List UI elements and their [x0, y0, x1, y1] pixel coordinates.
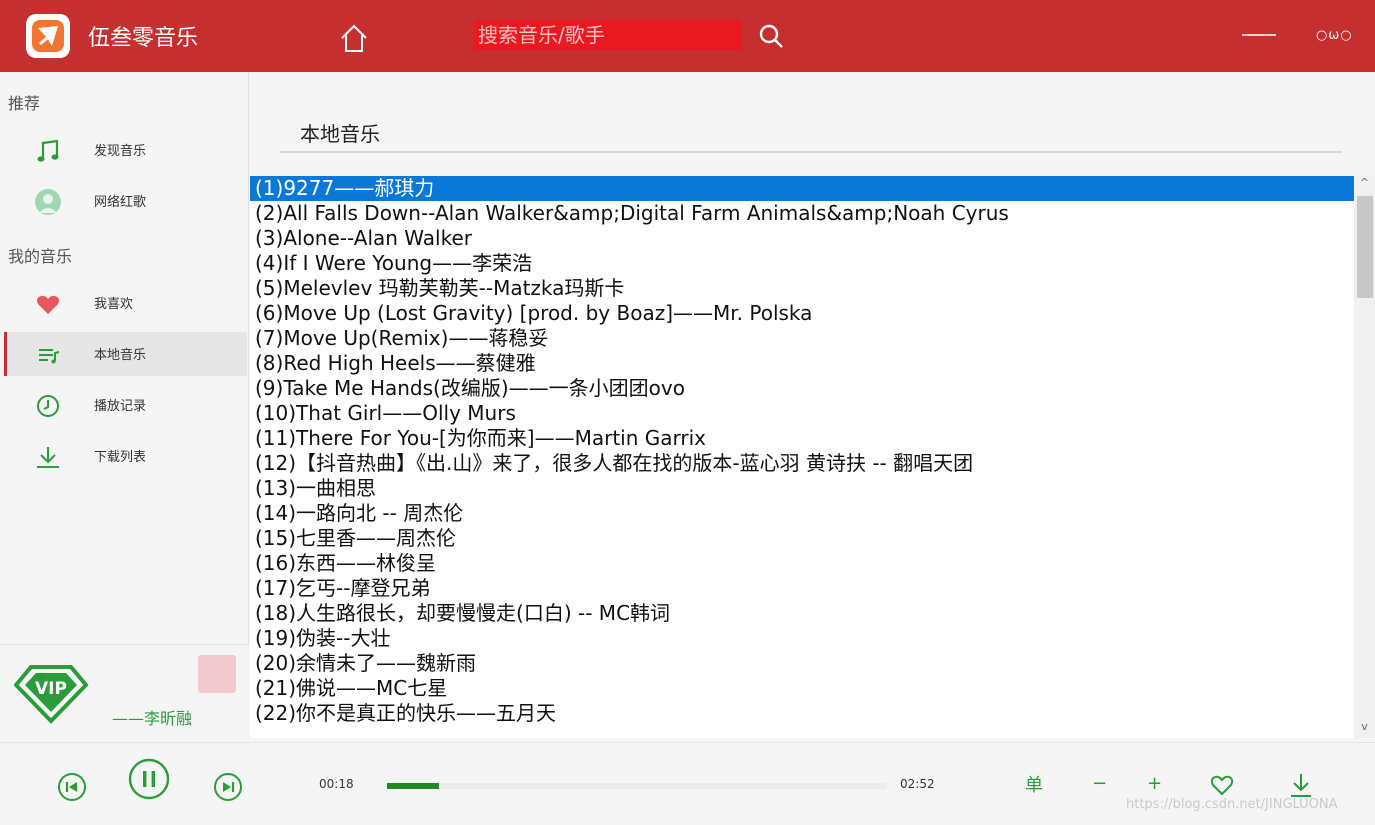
- scroll-up-button[interactable]: ^: [1354, 176, 1375, 194]
- heart-icon: [37, 295, 59, 314]
- song-list-item[interactable]: (18)人生路很长，却要慢慢走(口白) -- MC韩词: [250, 601, 1354, 626]
- song-list-item[interactable]: (21)佛说——MC七星: [250, 676, 1354, 701]
- sidebar-item-label: 播放记录: [94, 399, 147, 414]
- app-logo-icon: [26, 14, 70, 58]
- song-list-item[interactable]: (1)9277——郝琪力: [250, 176, 1354, 201]
- song-list-item[interactable]: (20)余情未了——魏新雨: [250, 651, 1354, 676]
- sidebar-item-web-hits[interactable]: 网络红歌: [4, 179, 247, 223]
- volume-up-button[interactable]: +: [1147, 773, 1162, 794]
- song-list-item[interactable]: (11)There For You-[为你而来]——Martin Garrix: [250, 426, 1354, 451]
- playlist-icon: [39, 349, 60, 364]
- scroll-thumb[interactable]: [1357, 196, 1373, 298]
- song-list-item[interactable]: (12)【抖音热曲】《出.山》来了，很多人都在找的版本-蓝心羽 黄诗扶 -- 翻…: [250, 451, 1354, 476]
- download-song-icon[interactable]: [1288, 771, 1314, 799]
- sidebar-item-favorites[interactable]: 我喜欢: [4, 281, 247, 325]
- song-list-item[interactable]: (19)伪装--大壮: [250, 626, 1354, 651]
- song-list-item[interactable]: (9)Take Me Hands(改编版)——一条小团团ovo: [250, 376, 1354, 401]
- home-icon: [341, 24, 367, 52]
- volume-down-button[interactable]: −: [1092, 773, 1107, 794]
- music-note-icon: [37, 139, 59, 162]
- total-time: 02:52: [900, 777, 935, 791]
- avatar[interactable]: [198, 655, 236, 693]
- song-list-item[interactable]: (22)你不是真正的快乐——五月天: [250, 701, 1354, 726]
- home-button[interactable]: [336, 20, 372, 56]
- sidebar-item-play-history[interactable]: 播放记录: [4, 383, 247, 427]
- vip-badge-icon[interactable]: VIP: [14, 663, 88, 725]
- app-title: 伍叁零音乐: [88, 26, 199, 51]
- section-title-recommend: 推荐: [8, 94, 41, 113]
- title-divider: [280, 151, 1342, 153]
- next-track-button[interactable]: [212, 771, 244, 803]
- song-list-item[interactable]: (10)That Girl——Olly Murs: [250, 401, 1354, 426]
- search-button[interactable]: [757, 22, 785, 50]
- pause-button[interactable]: [127, 757, 171, 801]
- play-mode-button[interactable]: 单: [1025, 771, 1043, 797]
- like-heart-icon[interactable]: [1209, 773, 1235, 797]
- search-icon: [759, 24, 783, 48]
- title-bar: 伍叁零音乐 ○ω○: [0, 0, 1375, 72]
- user-name: ——李昕融: [112, 709, 193, 728]
- player-bar: 00:18 02:52 单 − + https://blog.csdn.net/…: [0, 742, 1375, 825]
- sidebar-item-label: 发现音乐: [94, 144, 147, 159]
- previous-track-button[interactable]: [56, 771, 88, 803]
- sidebar-item-label: 我喜欢: [94, 297, 134, 312]
- search-input[interactable]: [474, 20, 742, 50]
- sidebar-item-label: 网络红歌: [94, 195, 147, 210]
- song-list[interactable]: (1)9277——郝琪力 (2)All Falls Down--Alan Walk…: [250, 176, 1354, 738]
- more-button[interactable]: ○ω○: [1316, 28, 1356, 44]
- watermark: https://blog.csdn.net/JINGLUONA: [1126, 797, 1338, 812]
- song-list-scrollbar[interactable]: ^ v: [1354, 176, 1375, 738]
- sidebar-item-local-music[interactable]: 本地音乐: [4, 332, 247, 376]
- song-list-item[interactable]: (2)All Falls Down--Alan Walker&amp;Digit…: [250, 201, 1354, 226]
- current-time: 00:18: [319, 777, 354, 791]
- vip-label: VIP: [35, 679, 67, 699]
- scroll-down-button[interactable]: v: [1354, 720, 1375, 738]
- song-list-item[interactable]: (16)东西——林俊呈: [250, 551, 1354, 576]
- song-list-item[interactable]: (4)If I Were Young——李荣浩: [250, 251, 1354, 276]
- song-list-item[interactable]: (17)乞丐--摩登兄弟: [250, 576, 1354, 601]
- sidebar-item-discover-music[interactable]: 发现音乐: [4, 128, 247, 172]
- section-title-my-music: 我的音乐: [8, 247, 73, 266]
- progress-bar[interactable]: [387, 783, 887, 789]
- song-list-item[interactable]: (6)Move Up (Lost Gravity) [prod. by Boaz…: [250, 301, 1354, 326]
- user-panel: VIP ——李昕融: [0, 644, 249, 739]
- minimize-button[interactable]: [1242, 34, 1276, 36]
- progress-fill: [387, 783, 439, 789]
- song-list-item[interactable]: (14)一路向北 -- 周杰伦: [250, 501, 1354, 526]
- download-icon: [37, 447, 59, 468]
- user-icon: [35, 189, 61, 215]
- song-list-item[interactable]: (5)Melevlev 玛勒芙勒芙--Matzka玛斯卡: [250, 276, 1354, 301]
- song-list-item[interactable]: (13)一曲相思: [250, 476, 1354, 501]
- sidebar-item-label: 本地音乐: [94, 348, 147, 363]
- sidebar-item-label: 下载列表: [94, 450, 147, 465]
- app-window: 伍叁零音乐 ○ω○ 推荐 发现音乐: [0, 0, 1375, 825]
- song-list-item[interactable]: (8)Red High Heels——蔡健雅: [250, 351, 1354, 376]
- song-list-item[interactable]: (15)七里香——周杰伦: [250, 526, 1354, 551]
- clock-icon: [37, 395, 59, 417]
- page-title: 本地音乐: [300, 122, 380, 146]
- sidebar-item-download-list[interactable]: 下载列表: [4, 434, 247, 478]
- song-list-item[interactable]: (3)Alone--Alan Walker: [250, 226, 1354, 251]
- sidebar: 推荐 发现音乐 网络红歌 我的音乐 我喜欢 本地音乐 播放记录 下载列表 VIP…: [0, 72, 249, 739]
- song-list-item[interactable]: (7)Move Up(Remix)——蒋稳妥: [250, 326, 1354, 351]
- main-content: 本地音乐 (1)9277——郝琪力 (2)All Falls Down--Alan…: [250, 72, 1375, 742]
